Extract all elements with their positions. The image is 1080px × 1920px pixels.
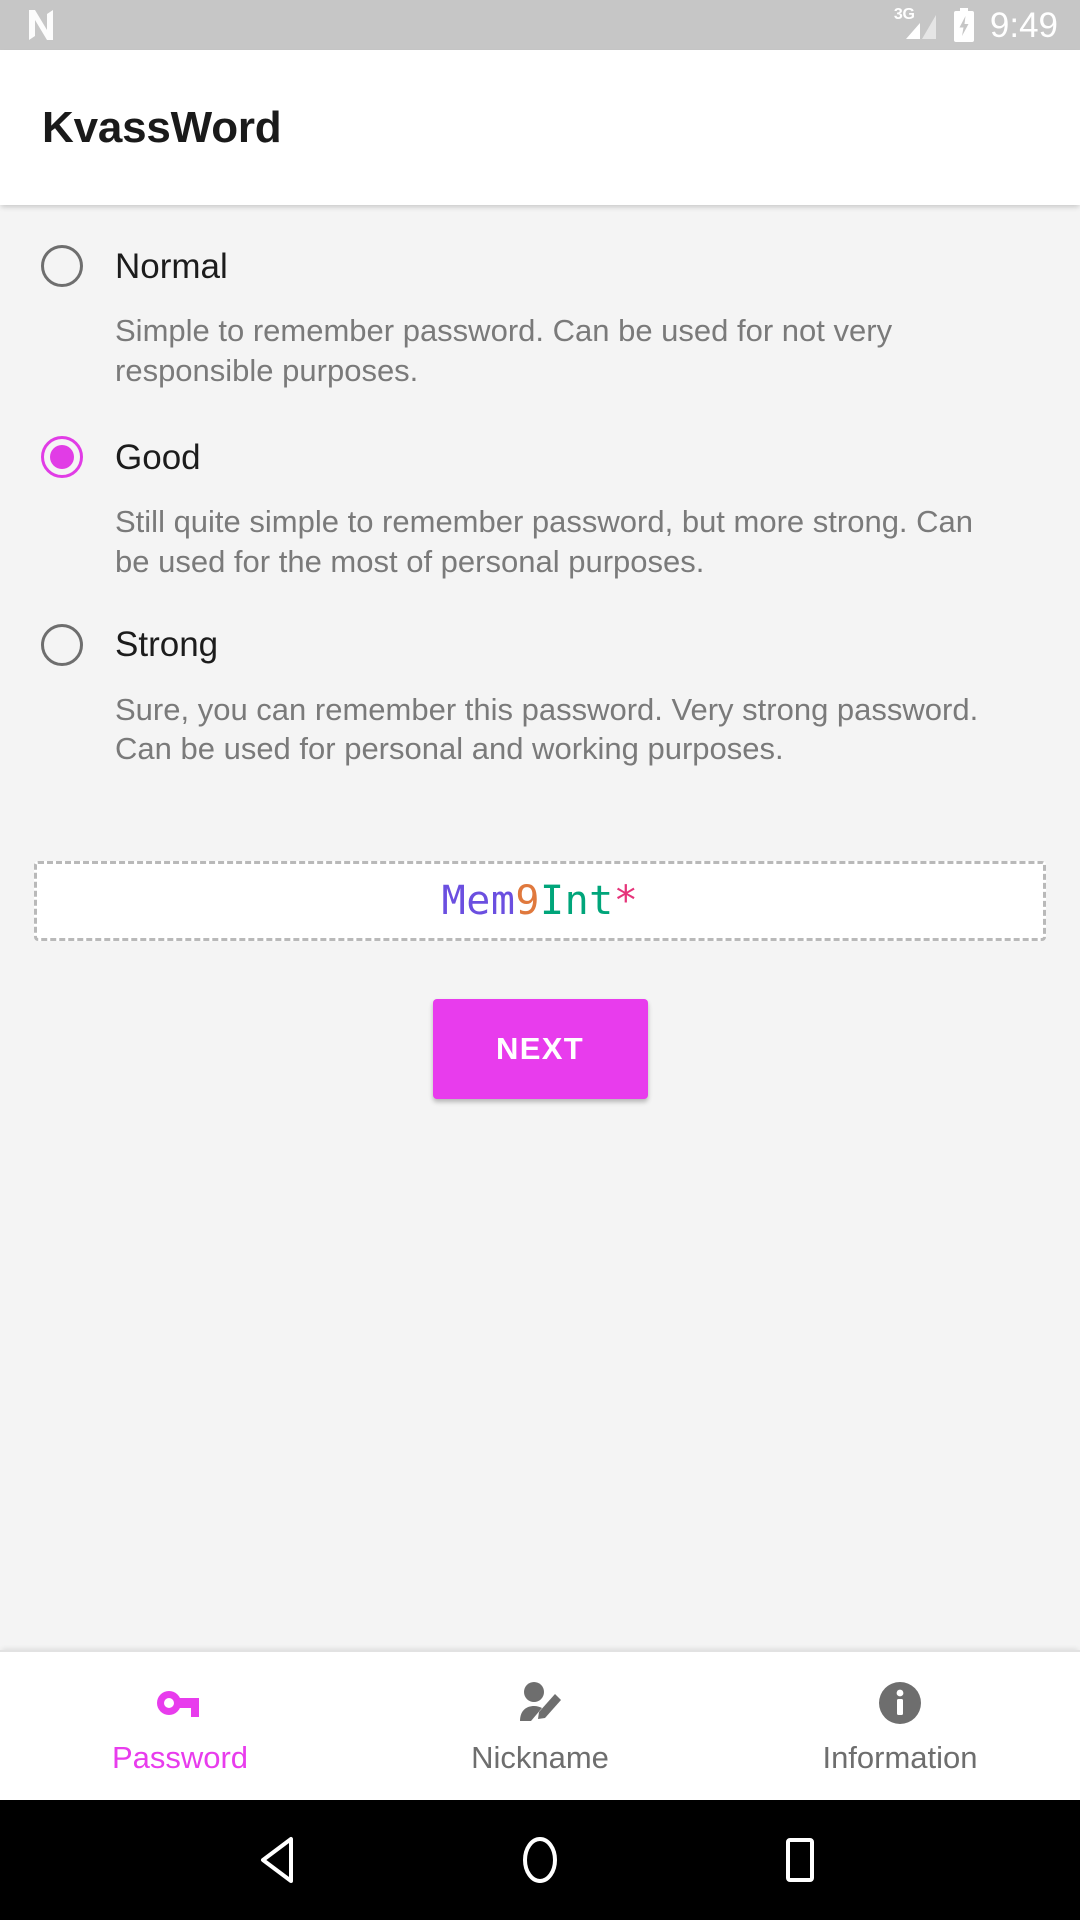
option-strong-label: Strong (115, 625, 219, 665)
tab-nickname[interactable]: Nickname (360, 1652, 720, 1800)
back-button[interactable] (235, 1815, 325, 1905)
password-strength-option-strong[interactable]: Strong Sure, you can remember this passw… (0, 614, 1080, 769)
option-good-label: Good (115, 437, 201, 477)
option-strong-header[interactable]: Strong (34, 614, 1046, 676)
home-button[interactable] (495, 1815, 585, 1905)
person-edit-icon (517, 1680, 563, 1726)
triangle-back-icon (261, 1837, 293, 1883)
key-icon (157, 1680, 203, 1726)
info-circle-icon (878, 1680, 922, 1726)
tab-information[interactable]: Information (720, 1652, 1080, 1800)
signal-bars-icon: 3G (894, 7, 938, 42)
option-good-header[interactable]: Good (34, 426, 1046, 488)
tab-information-label: Information (822, 1739, 978, 1775)
password-segment-3: * (613, 878, 639, 925)
page-title: KvassWord (42, 102, 282, 152)
next-button[interactable]: NEXT (432, 999, 648, 1100)
recents-button[interactable] (755, 1815, 845, 1905)
status-bar: 3G 9:49 (0, 0, 1080, 50)
tab-nickname-label: Nickname (471, 1739, 609, 1775)
option-good-description: Still quite simple to remember password,… (115, 504, 974, 580)
signal-triangle-icon (905, 15, 936, 39)
option-normal-label: Normal (115, 246, 228, 286)
battery-charging-icon (953, 7, 974, 42)
password-segment-0: Mem (441, 878, 516, 925)
password-strength-option-good[interactable]: Good Still quite simple to remember pass… (0, 426, 1080, 581)
circle-home-icon (523, 1837, 557, 1883)
option-strong-description: Sure, you can remember this password. Ve… (115, 691, 979, 767)
android-navigation-bar (0, 1800, 1080, 1920)
bottom-tab-bar: Password Nickname Information (0, 1650, 1080, 1800)
generated-password-text: Mem9Int* (442, 881, 639, 921)
next-button-wrapper: NEXT (0, 999, 1080, 1100)
square-recents-icon (786, 1838, 814, 1882)
password-segment-2: Int (540, 878, 614, 925)
password-segment-1: 9 (515, 878, 540, 925)
status-bar-clock: 9:49 (989, 5, 1058, 45)
password-preview-wrapper: Mem9Int* (0, 861, 1080, 942)
tab-password-label: Password (111, 1739, 249, 1775)
option-normal-header[interactable]: Normal (34, 235, 1046, 297)
status-bar-right: 3G 9:49 (894, 5, 1058, 45)
tab-password[interactable]: Password (0, 1652, 360, 1800)
app-bar: KvassWord (0, 50, 1080, 205)
main-content: Normal Simple to remember password. Can … (0, 205, 1080, 1650)
android-n-logo-icon (29, 10, 53, 40)
status-bar-left (26, 8, 56, 42)
generated-password-box[interactable]: Mem9Int* (34, 861, 1046, 942)
radio-good[interactable] (41, 436, 83, 479)
password-strength-option-normal[interactable]: Normal Simple to remember password. Can … (0, 235, 1080, 390)
option-normal-description: Simple to remember password. Can be used… (115, 313, 893, 388)
radio-strong[interactable] (41, 623, 83, 666)
phone-screen: 3G 9:49 KvassWord Normal Simple to remem… (0, 0, 1080, 1920)
radio-normal[interactable] (41, 245, 83, 287)
